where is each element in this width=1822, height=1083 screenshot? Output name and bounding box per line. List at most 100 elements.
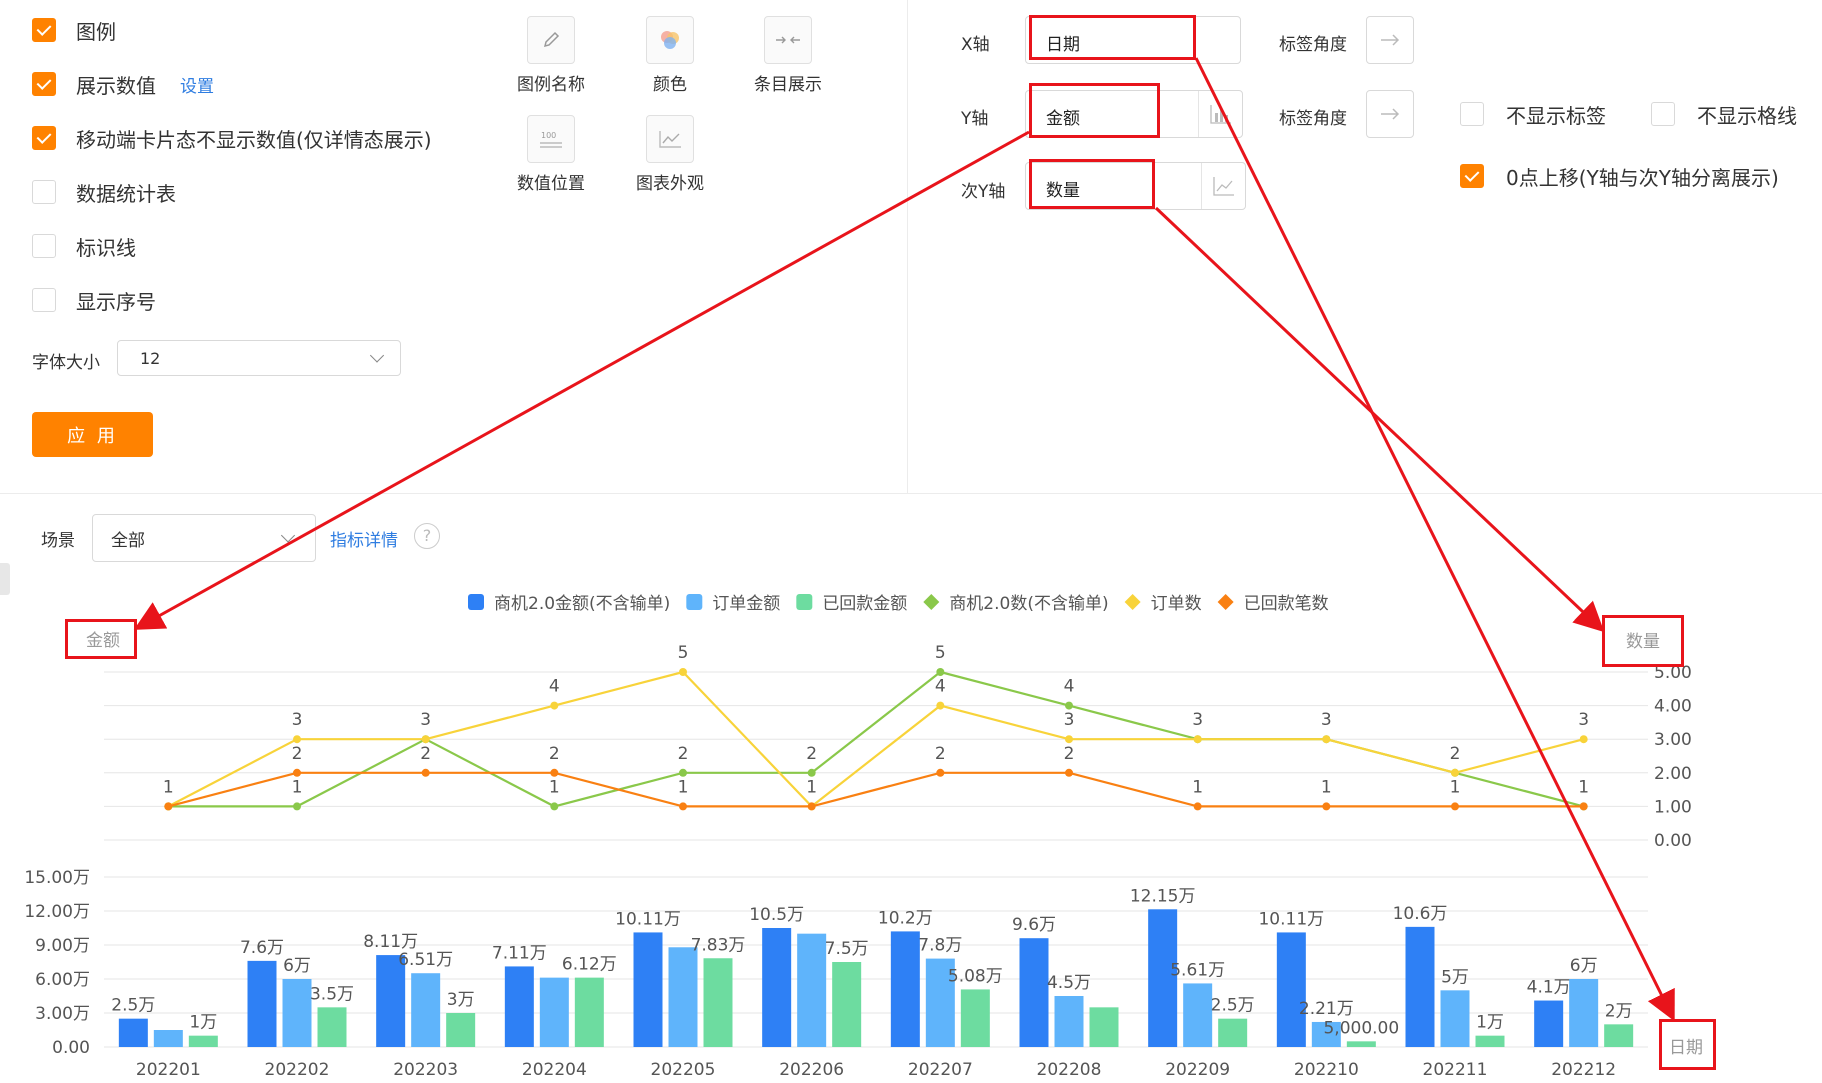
line-value-label: 5: [678, 643, 689, 663]
bar-value-label: 5万: [1441, 967, 1469, 987]
bar: [960, 989, 990, 1047]
y2-tick-label: 3.00: [1654, 730, 1692, 750]
line-value-label: 4: [935, 677, 946, 697]
line-point: [679, 768, 687, 777]
legend-label: 订单数: [1151, 594, 1202, 614]
x-tick-label: 202211: [1423, 1060, 1488, 1080]
series-line: [168, 771, 1584, 808]
line-value-label: 3: [1192, 710, 1203, 730]
y-tick-label: 6.00万: [35, 970, 90, 990]
annotation-arrow-y: [133, 130, 1030, 630]
bar: [1054, 996, 1084, 1047]
line-value-label: 3: [1321, 710, 1332, 730]
bar: [1569, 979, 1599, 1047]
bar-value-label: 2.21万: [1299, 999, 1354, 1019]
bar: [282, 979, 312, 1047]
legend-swatch: [1124, 594, 1141, 610]
line-value-label: 2: [292, 744, 303, 764]
bar: [1089, 1007, 1119, 1047]
bar: [317, 1007, 347, 1047]
bar: [1440, 990, 1470, 1047]
y2-tick-label: 1.00: [1654, 797, 1692, 817]
line-point: [936, 768, 945, 777]
bar: [411, 973, 441, 1047]
bar: [574, 977, 604, 1047]
line-point: [421, 768, 430, 777]
bar: [1183, 983, 1213, 1047]
line-point: [679, 802, 687, 811]
line-value-label: 2: [420, 744, 431, 764]
bar: [832, 962, 862, 1047]
line-value-label: 4: [1064, 677, 1075, 697]
y2-tick-label: 4.00: [1654, 697, 1692, 717]
line-value-label: 2: [549, 744, 560, 764]
bar-value-label: 3.5万: [310, 984, 354, 1004]
x-tick-label: 202201: [136, 1060, 201, 1080]
line-value-label: 2: [935, 744, 946, 764]
bar-value-label: 6.12万: [562, 955, 617, 975]
line-point: [1193, 802, 1202, 811]
bar-value-label: 10.11万: [615, 909, 681, 929]
line-value-label: 3: [292, 710, 303, 730]
line-point: [1322, 802, 1331, 811]
bar-value-label: 2.5万: [1211, 996, 1255, 1016]
x-tick-label: 202207: [908, 1060, 973, 1080]
line-point: [1451, 768, 1459, 777]
bar-value-label: 4.1万: [1527, 978, 1571, 998]
line-value-label: 3: [1064, 710, 1075, 730]
x-tick-label: 202203: [393, 1060, 458, 1080]
bar-value-label: 6.51万: [398, 950, 453, 970]
bar-value-label: 9.6万: [1012, 915, 1056, 935]
x-tick-label: 202204: [522, 1060, 587, 1080]
line-value-label: 2: [1450, 744, 1461, 764]
line-value-label: 1: [1450, 777, 1461, 797]
bar-value-label: 1万: [1476, 1013, 1504, 1033]
bar-value-label: 6万: [283, 956, 311, 976]
bar-value-label: 5.61万: [1170, 960, 1225, 980]
y-tick-label: 9.00万: [35, 936, 90, 956]
y2-axis-title: 数量: [1626, 632, 1660, 652]
bar-value-label: 7.5万: [825, 939, 869, 959]
x-tick-label: 202209: [1165, 1060, 1230, 1080]
line-value-label: 1: [678, 777, 689, 797]
bar: [703, 958, 733, 1047]
bar: [153, 1030, 183, 1047]
bar: [668, 947, 698, 1047]
line-point: [1322, 735, 1331, 744]
line-value-label: 1: [292, 777, 303, 797]
x-axis-title: 日期: [1669, 1038, 1703, 1058]
legend-label: 已回款金额: [822, 594, 907, 614]
line-value-label: 1: [1192, 777, 1203, 797]
legend-swatch: [923, 594, 940, 610]
line-point: [807, 802, 816, 811]
line-value-label: 1: [549, 777, 560, 797]
bar-value-label: 2万: [1605, 1001, 1633, 1021]
bar-value-label: 7.11万: [492, 943, 547, 963]
line-point: [1451, 802, 1459, 811]
line-point: [550, 802, 559, 811]
line-value-label: 3: [420, 710, 431, 730]
bar: [1475, 1035, 1505, 1047]
bar-value-label: 7.8万: [918, 936, 962, 956]
bar: [539, 977, 569, 1047]
line-value-label: 2: [1064, 744, 1075, 764]
line-point: [293, 768, 301, 777]
annotation-arrow-y2: [1154, 206, 1605, 633]
bar-value-label: 3万: [447, 990, 475, 1010]
bar-value-label: 12.15万: [1130, 886, 1196, 906]
y-tick-label: 0.00: [52, 1038, 90, 1058]
x-tick-label: 202205: [651, 1060, 716, 1080]
y2-tick-label: 0.00: [1654, 831, 1692, 851]
line-value-label: 1: [1321, 777, 1332, 797]
bar-value-label: 10.6万: [1393, 904, 1448, 924]
line-point: [1065, 701, 1073, 710]
bar: [1276, 932, 1306, 1047]
line-value-label: 2: [678, 744, 689, 764]
bar-value-label: 1万: [189, 1013, 217, 1033]
bar: [633, 932, 663, 1047]
line-value-label: 3: [1578, 710, 1589, 730]
line-value-label: 1: [806, 777, 817, 797]
bar: [762, 928, 792, 1047]
line-value-label: 5: [935, 643, 946, 663]
line-value-label: 1: [1578, 777, 1589, 797]
